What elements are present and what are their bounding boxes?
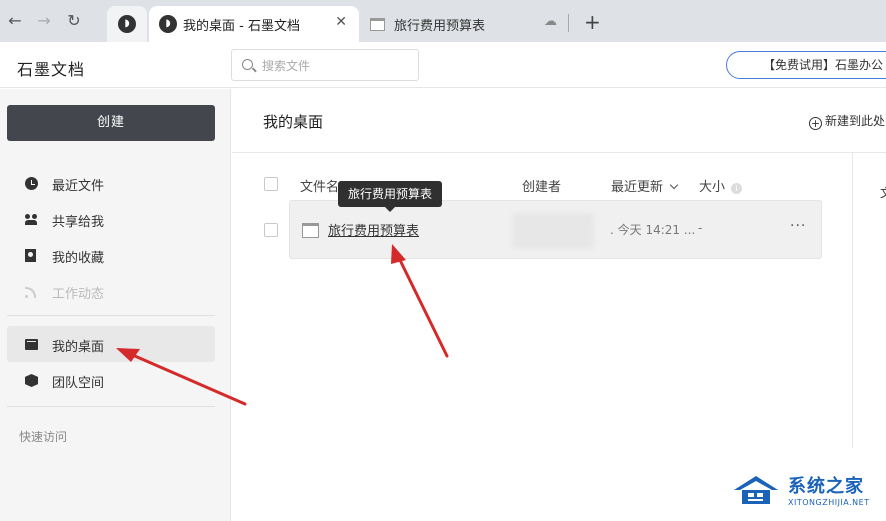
file-updated: . 今天 14:21 ...: [610, 221, 695, 238]
sidebar-item-label: 团队空间: [52, 376, 105, 391]
column-header-size-label: 大小: [699, 180, 726, 195]
rss-icon: [25, 285, 38, 298]
file-size: -: [698, 221, 703, 235]
sidebar-item-label: 工作动态: [52, 287, 105, 302]
pinned-tab[interactable]: ◗: [107, 6, 147, 42]
watermark: 系统之家 XITONGZHIJIA.NET: [730, 470, 882, 516]
bookmark-icon: [25, 249, 36, 262]
tab-title: 旅行费用预算表: [394, 19, 486, 34]
search-input[interactable]: [262, 56, 412, 76]
sidebar-item-label: 共享给我: [52, 215, 105, 230]
sidebar-item-label: 我的桌面: [52, 340, 105, 355]
file-dot: .: [610, 223, 614, 237]
sidebar-item-shared[interactable]: 共享给我: [7, 201, 215, 237]
chevron-down-icon[interactable]: [669, 180, 679, 190]
info-icon[interactable]: i: [731, 183, 743, 194]
sheet-icon: [302, 223, 319, 238]
sidebar-divider: [7, 406, 215, 407]
sidebar-item-label: 我的收藏: [52, 251, 105, 266]
row-checkbox[interactable]: [264, 223, 278, 237]
reload-icon[interactable]: ↻: [63, 10, 85, 32]
browser-tab-bar: ← → ↻ ◗ ◗ 我的桌面 - 石墨文档 ✕ 旅行费用预算表 ☁ +: [0, 0, 886, 42]
column-header-creator: 创建者: [522, 180, 562, 195]
sidebar-item-activity: 工作动态: [7, 273, 215, 309]
sidebar-item-favorites[interactable]: 我的收藏: [7, 237, 215, 273]
brand-logo[interactable]: 石墨文档: [17, 56, 85, 80]
page-title: 我的桌面: [263, 113, 324, 131]
search-box[interactable]: [231, 49, 419, 81]
tab-travel-budget[interactable]: 旅行费用预算表 ☁: [360, 6, 568, 42]
desktop-icon: [25, 339, 38, 350]
sidebar-item-my-desktop[interactable]: 我的桌面: [7, 326, 215, 362]
tab-separator: [568, 14, 569, 32]
sheet-icon: [370, 18, 385, 31]
column-header-size: 大小 i: [699, 176, 743, 195]
clock-icon: [25, 177, 38, 190]
box-icon: [25, 374, 38, 387]
create-button[interactable]: 创建: [7, 105, 215, 141]
quick-access-label: 快速访问: [19, 430, 68, 444]
file-updated-text: 今天 14:21 ...: [617, 223, 696, 237]
main-content: 我的桌面 +新建到此处 文 文件名 创建者 最近更新 大小 i 旅行费用预算表 .…: [232, 89, 886, 521]
sidebar-item-recent[interactable]: 最近文件: [7, 165, 215, 201]
free-trial-button[interactable]: 【免费试用】石墨办公: [726, 51, 886, 79]
watermark-subtitle: XITONGZHIJIA.NET: [788, 498, 870, 507]
new-tab-button[interactable]: +: [584, 10, 601, 34]
header-divider: [232, 152, 886, 153]
new-here-label: 新建到此处: [825, 114, 886, 128]
cloud-icon: ☁: [544, 14, 557, 29]
file-name-tooltip: 旅行费用预算表: [338, 181, 443, 212]
tab-title: 我的桌面 - 石墨文档: [183, 19, 300, 34]
right-panel-text: 文: [880, 184, 886, 201]
sidebar-divider: [7, 315, 215, 316]
tab-my-desktop[interactable]: ◗ 我的桌面 - 石墨文档 ✕: [149, 6, 359, 42]
forward-arrow-icon[interactable]: →: [33, 10, 55, 32]
column-header-updated-label: 最近更新: [611, 180, 664, 195]
creator-avatar-blurred: [512, 213, 594, 249]
house-logo-icon: [734, 476, 778, 504]
column-header-updated[interactable]: 最近更新: [611, 176, 679, 195]
sidebar-item-team-space[interactable]: 团队空间: [7, 362, 215, 398]
app-header: 石墨文档 【免费试用】石墨办公: [0, 42, 886, 88]
back-arrow-icon[interactable]: ←: [4, 10, 26, 32]
watermark-title: 系统之家: [788, 476, 864, 497]
sidebar-item-label: 最近文件: [52, 179, 105, 194]
more-options-icon[interactable]: ···: [790, 218, 806, 234]
new-here-button[interactable]: + 新建到此处: [809, 112, 885, 130]
shimo-logo-icon: ◗: [118, 15, 136, 33]
file-name-link[interactable]: 旅行费用预算表: [328, 220, 419, 239]
table-row[interactable]: 旅行费用预算表 . 今天 14:21 ... - ···: [289, 200, 822, 259]
sidebar: 创建 最近文件 共享给我 我的收藏 工作动态 我的桌面 团队空间 快速访问: [0, 89, 231, 521]
select-all-checkbox[interactable]: [264, 177, 278, 191]
close-icon[interactable]: ✕: [335, 14, 347, 30]
panel-divider: [852, 153, 853, 448]
plus-circle-icon: +: [809, 117, 822, 130]
shimo-logo-icon: ◗: [159, 15, 177, 33]
search-icon: [242, 59, 253, 70]
column-header-name[interactable]: 文件名: [300, 176, 339, 195]
users-icon: [25, 213, 38, 226]
